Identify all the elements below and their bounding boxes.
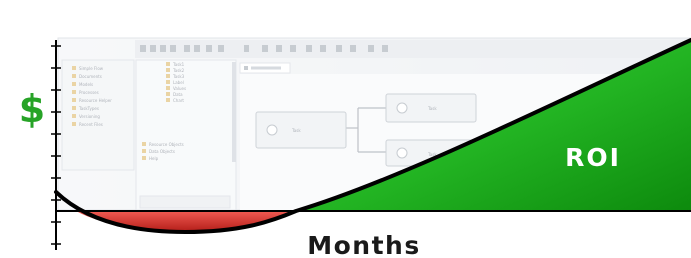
folder-icon <box>166 86 170 90</box>
subtree-item-label: Task1 <box>172 62 185 67</box>
folder-icon <box>72 122 76 126</box>
folder-icon <box>142 149 146 153</box>
folder-icon <box>166 74 170 78</box>
scrollbar <box>232 62 236 162</box>
flow-node-label: Task <box>291 128 301 133</box>
tree-item-label: TaskTypes <box>78 106 99 111</box>
folder-icon <box>166 80 170 84</box>
folder-icon <box>142 156 146 160</box>
folder-icon <box>72 90 76 94</box>
tree-item-label: Processes <box>79 90 99 95</box>
folder-icon <box>142 142 146 146</box>
folder-icon <box>72 82 76 86</box>
subtree-item-label: Data Objects <box>149 149 175 154</box>
folder-icon <box>72 74 76 78</box>
flow-node-label: Task <box>427 106 437 111</box>
folder-icon <box>166 68 170 72</box>
roi-diagram: Simple Flow Documents Models Processes Resou… <box>19 37 691 258</box>
folder-icon <box>166 62 170 66</box>
folder-icon <box>72 114 76 118</box>
subtree-item-label: Task2 <box>172 68 185 73</box>
subtree-item-label: Help <box>149 156 159 161</box>
subtree-item-label: Resource Objects <box>149 142 184 147</box>
tree-item-label: Models <box>79 82 93 87</box>
months-axis-label: Months <box>307 231 420 258</box>
tree-item-label: Resource Helper <box>79 98 112 103</box>
subtree-item-label: Task3 <box>172 74 185 79</box>
tree-item-label: Versioning <box>79 114 100 119</box>
dollar-axis-label: $ <box>19 87 45 131</box>
folder-icon <box>166 92 170 96</box>
subtree-item-label: Data <box>173 92 183 97</box>
subtree-item-label: Values <box>173 86 186 91</box>
folder-icon <box>72 66 76 70</box>
tree-item-label: Simple Flow <box>79 66 104 71</box>
roi-label: ROI <box>565 143 621 172</box>
subtree-panel <box>135 59 237 211</box>
folder-icon <box>166 98 170 102</box>
tree-item-label: Recent Files <box>79 122 103 127</box>
folder-icon <box>72 106 76 110</box>
subtree-item-label: Chart <box>173 98 184 103</box>
tree-item-label: Documents <box>79 74 102 79</box>
subtree-item-label: Label <box>173 80 184 85</box>
folder-icon <box>72 98 76 102</box>
